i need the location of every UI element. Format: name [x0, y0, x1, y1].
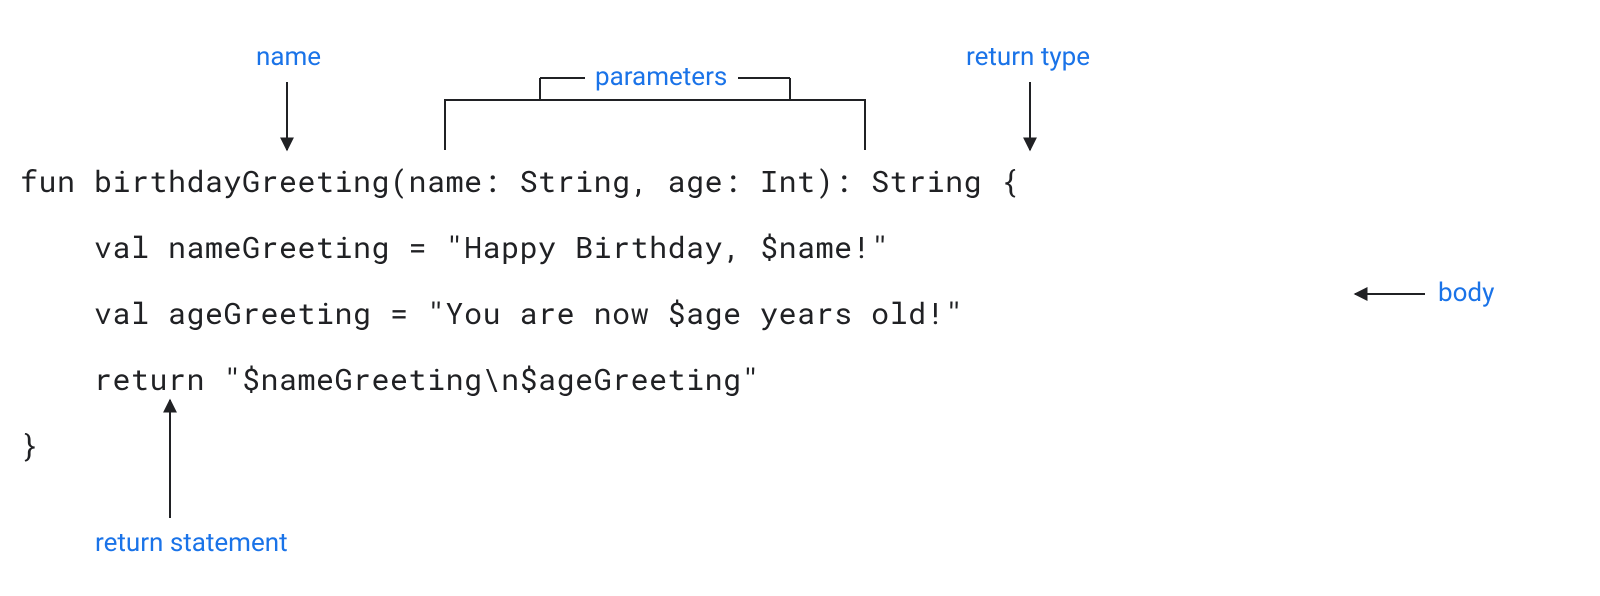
code-line-1: fun birthdayGreeting(name: String, age: … — [20, 162, 1019, 201]
code-line-2: val nameGreeting = "Happy Birthday, $nam… — [20, 228, 890, 267]
label-parameters: parameters — [595, 62, 727, 92]
label-name: name — [256, 42, 321, 72]
bracket-parameters — [445, 100, 865, 150]
label-body: body — [1438, 278, 1494, 308]
label-return-statement: return statement — [95, 528, 288, 558]
code-line-3: val ageGreeting = "You are now $age year… — [20, 294, 964, 333]
label-return-type: return type — [966, 42, 1090, 72]
code-line-4: return "$nameGreeting\n$ageGreeting" — [20, 360, 760, 399]
code-line-5: } — [20, 426, 39, 465]
